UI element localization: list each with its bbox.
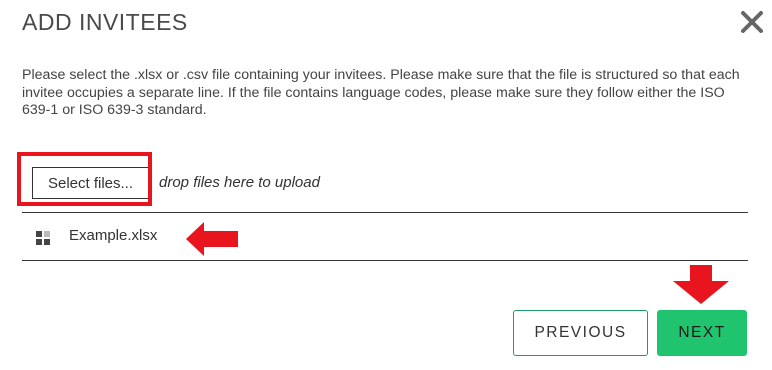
add-invitees-dialog: ADD INVITEES Please select the .xlsx or …	[0, 0, 772, 370]
previous-button[interactable]: PREVIOUS	[513, 310, 648, 356]
instructions-text: Please select the .xlsx or .csv file con…	[22, 67, 740, 118]
close-button[interactable]	[738, 8, 766, 36]
file-name: Example.xlsx	[69, 227, 158, 244]
close-icon	[741, 11, 763, 33]
annotation-arrow-down-icon	[673, 265, 729, 304]
divider	[22, 260, 748, 261]
annotation-arrow-left-icon	[186, 222, 238, 256]
annotation-highlight-box	[17, 152, 152, 206]
file-grid-icon	[36, 231, 50, 245]
uploaded-file-item[interactable]: Example.xlsx	[22, 213, 748, 260]
drop-hint: drop files here to upload	[159, 174, 320, 191]
next-button[interactable]: NEXT	[657, 310, 747, 356]
dialog-title: ADD INVITEES	[22, 9, 188, 35]
